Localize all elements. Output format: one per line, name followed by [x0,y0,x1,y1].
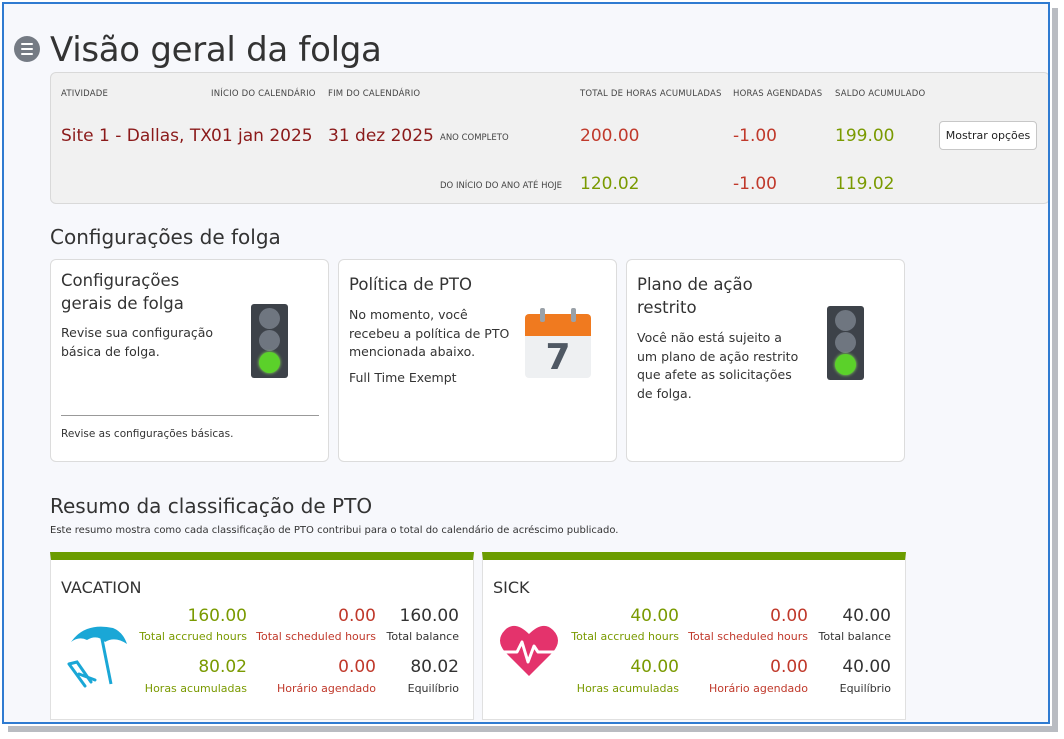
vacation-total-balance: 160.00 [399,606,459,626]
sick-scheduled: 0.00 [770,657,808,677]
vacation-card: VACATION 160.00 Total accrued hours 0.00… [50,552,474,720]
calendar-icon: 7 [525,308,591,378]
full-year-label: ANO COMPLETO [440,133,509,143]
menu-icon[interactable] [14,36,40,62]
ytd-label: DO INÍCIO DO ANO ATÉ HOJE [440,181,563,191]
show-options-button[interactable]: Mostrar opções [939,121,1037,150]
ytd-accrued: 120.02 [580,174,640,194]
general-settings-title: Configurações gerais de folga [61,271,184,313]
heart-pulse-icon [500,625,558,676]
sick-accrued-label: Horas acumuladas [576,682,679,695]
restricted-plan-title: Plano de ação restrito [637,275,753,317]
header-calendar-end: FIM DO CALENDÁRIO [328,89,421,99]
full-year-accrued: 200.00 [580,126,640,146]
vacation-accrued: 80.02 [198,657,247,677]
accrual-summary-panel: ATIVIDADE INÍCIO DO CALENDÁRIO FIM DO CA… [50,72,1048,204]
sick-total-balance-label: Total balance [818,630,892,643]
card-divider [61,415,319,416]
sick-total-scheduled-label: Total scheduled hours [688,630,808,643]
vacation-total-accrued: 160.00 [187,606,247,626]
full-year-scheduled: -1.00 [733,126,777,146]
window-shadow-bottom [8,726,1058,732]
ytd-balance: 119.02 [835,174,895,194]
sick-total-accrued: 40.00 [630,606,679,626]
review-basic-settings-link[interactable]: Revise as configurações básicas. [61,428,233,440]
beach-umbrella-icon [67,626,127,688]
settings-section-title: Configurações de folga [50,225,281,249]
sick-card: SICK 40.00 Total accrued hours 0.00 Tota… [482,552,906,720]
sick-total-scheduled: 0.00 [770,606,808,626]
sick-scheduled-label: Horário agendado [709,682,808,695]
header-total-accrued: TOTAL DE HORAS ACUMULADAS [580,89,722,99]
vacation-title: VACATION [61,578,142,597]
calendar-start-date: 01 jan 2025 [211,126,313,146]
general-settings-text: Revise sua configuração básica de folga. [61,325,214,359]
site-name: Site 1 - Dallas, TX [61,126,212,146]
sick-total-accrued-label: Total accrued hours [571,630,679,643]
header-calendar-start: INÍCIO DO CALENDÁRIO [211,89,316,99]
restricted-plan-text: Você não está sujeito a um plano de ação… [637,330,799,401]
traffic-light-green-icon [827,306,864,380]
sick-balance-label: Equilíbrio [839,682,891,695]
calendar-end-date: 31 dez 2025 [328,126,434,146]
sick-balance: 40.00 [842,657,891,677]
traffic-light-green-icon [251,304,288,378]
sick-title: SICK [493,578,530,597]
vacation-balance: 80.02 [410,657,459,677]
restricted-plan-card[interactable]: Plano de ação restrito Você não está suj… [626,259,905,462]
vacation-balance-label: Equilíbrio [407,682,459,695]
vacation-total-scheduled: 0.00 [338,606,376,626]
full-year-balance: 199.00 [835,126,895,146]
general-settings-card[interactable]: Configurações gerais de folga Revise sua… [50,259,329,462]
pto-policy-card[interactable]: Política de PTO No momento, você recebeu… [338,259,617,462]
vacation-total-accrued-label: Total accrued hours [139,630,247,643]
pto-summary-title: Resumo da classificação de PTO [50,494,373,518]
vacation-accrued-label: Horas acumuladas [144,682,247,695]
vacation-total-balance-label: Total balance [386,630,460,643]
header-balance: SALDO ACUMULADO [835,89,926,99]
sick-total-balance: 40.00 [842,606,891,626]
app-window: Visão geral da folga ATIVIDADE INÍCIO DO… [2,2,1050,724]
sick-accrued: 40.00 [630,657,679,677]
page-title: Visão geral da folga [50,30,382,70]
pto-policy-title: Política de PTO [349,275,472,294]
pto-policy-text: No momento, você recebeu a política de P… [349,307,510,359]
header-scheduled: HORAS AGENDADAS [733,89,823,99]
vacation-scheduled-label: Horário agendado [277,682,376,695]
pto-policy-name: Full Time Exempt [349,370,457,385]
pto-summary-subtitle: Este resumo mostra como cada classificaç… [50,525,619,536]
vacation-total-scheduled-label: Total scheduled hours [256,630,376,643]
header-activity: ATIVIDADE [61,89,109,99]
window-shadow-right [1052,8,1058,728]
ytd-scheduled: -1.00 [733,174,777,194]
vacation-scheduled: 0.00 [338,657,376,677]
